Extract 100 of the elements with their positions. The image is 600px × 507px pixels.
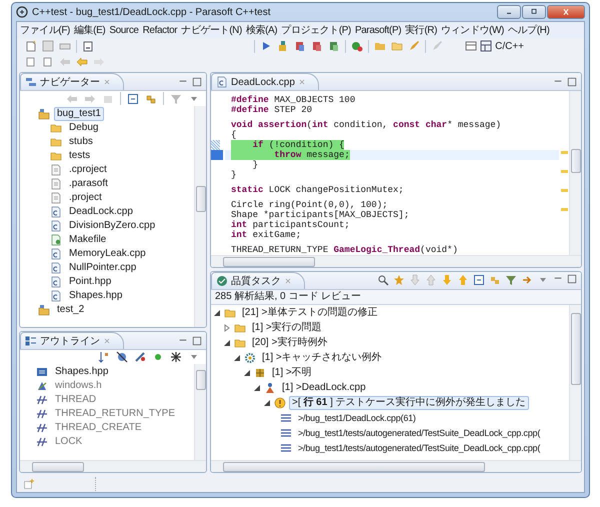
outline-item[interactable]: Shapes.hpp: [52, 365, 112, 379]
open-folder-icon[interactable]: [374, 40, 386, 52]
search-icon[interactable]: [377, 274, 389, 286]
expander-icon[interactable]: [223, 338, 231, 346]
outline-item[interactable]: windows.h: [52, 379, 105, 393]
task-item[interactable]: >/bug_test1/tests/autogenerated/TestSuite_DeadLock_cpp.cpp(: [295, 440, 544, 454]
sort-icon[interactable]: [98, 351, 110, 363]
circle-icon[interactable]: [152, 351, 164, 363]
close-icon[interactable]: [103, 337, 111, 345]
menu-item[interactable]: 実行(R): [403, 23, 440, 37]
close-button[interactable]: [547, 5, 585, 19]
task-item[interactable]: [20] >実行時例外: [249, 336, 330, 350]
filter-icon[interactable]: [505, 274, 517, 286]
link-icon[interactable]: [489, 274, 501, 286]
outline-tab[interactable]: アウトライン: [20, 332, 124, 349]
menu-item[interactable]: Source: [107, 24, 141, 36]
collapse-all-icon[interactable]: [473, 274, 485, 286]
collapse-all-icon[interactable]: [127, 92, 139, 104]
tree-item[interactable]: Point.hpp: [66, 275, 114, 289]
menu-item[interactable]: Refactor: [140, 24, 180, 36]
outline-item[interactable]: THREAD_CREATE: [52, 421, 144, 435]
menu-item[interactable]: 検索(A): [244, 23, 280, 37]
new-window-icon[interactable]: [23, 478, 35, 490]
vertical-scrollbar[interactable]: [194, 364, 206, 460]
tree-item[interactable]: .parasoft: [66, 177, 111, 191]
hide-static-icon[interactable]: [134, 351, 146, 363]
expander-icon[interactable]: [263, 398, 271, 406]
perspective-label[interactable]: C/C++: [495, 40, 524, 52]
navigator-tab[interactable]: ナビゲーター: [20, 73, 124, 90]
tree-item[interactable]: DivisionByZero.cpp: [66, 219, 158, 233]
task-item[interactable]: [1] >実行の問題: [249, 320, 325, 334]
expander-icon[interactable]: [253, 384, 261, 392]
tree-item[interactable]: NullPointer.cpp: [66, 261, 140, 275]
report-icon[interactable]: [82, 40, 94, 52]
horizontal-scrollbar[interactable]: [211, 460, 581, 472]
tree-item[interactable]: DeadLock.cpp: [66, 205, 136, 219]
test-icon[interactable]: [277, 40, 289, 52]
maximize-icon[interactable]: [192, 77, 202, 87]
expander-icon[interactable]: [243, 368, 251, 376]
asterisk-icon[interactable]: [170, 351, 182, 363]
close-icon[interactable]: [298, 78, 306, 86]
task-item[interactable]: >/bug_test1/tests/autogenerated/TestSuite_DeadLock_cpp.cpp(: [295, 426, 544, 440]
document-icon[interactable]: [294, 40, 306, 52]
task-item[interactable]: [1] >不明: [269, 366, 315, 380]
editor-tab[interactable]: DeadLock.cpp: [211, 73, 319, 90]
tree-item[interactable]: bug_test1: [54, 107, 104, 121]
down-arrow-icon[interactable]: [409, 274, 421, 286]
import-icon[interactable]: [521, 274, 533, 286]
star-icon[interactable]: [393, 274, 405, 286]
pencil-icon[interactable]: [408, 40, 420, 52]
expander-icon[interactable]: [213, 308, 221, 316]
forward-arrow-icon[interactable]: [84, 92, 96, 104]
document-icon[interactable]: [311, 40, 323, 52]
task-item[interactable]: >[ 行 61 ] テストケース実行中に例外が発生しました: [289, 396, 529, 410]
close-icon[interactable]: [103, 78, 111, 86]
horizontal-scrollbar[interactable]: [211, 255, 581, 267]
document-icon[interactable]: [328, 40, 340, 52]
tree-item[interactable]: test_2: [54, 303, 88, 317]
maximize-button[interactable]: [522, 5, 546, 19]
down-arrow-icon[interactable]: [441, 274, 453, 286]
annotation-marker[interactable]: [560, 151, 568, 154]
maximize-icon[interactable]: [567, 274, 577, 284]
outline-item[interactable]: THREAD: [52, 393, 100, 407]
menu-item[interactable]: ヘルプ(H): [506, 23, 552, 37]
debug-icon[interactable]: [351, 40, 363, 52]
task-item[interactable]: >/bug_test1/DeadLock.cpp(61): [295, 410, 419, 424]
back-arrow-icon[interactable]: [76, 56, 88, 68]
maximize-icon[interactable]: [192, 336, 202, 346]
link-icon[interactable]: [145, 92, 157, 104]
tree-item[interactable]: .cproject: [66, 163, 110, 177]
menu-item[interactable]: Parasoft(P): [352, 24, 404, 36]
task-item[interactable]: [1] >DeadLock.cpp: [279, 380, 369, 394]
tree-item[interactable]: MemoryLeak.cpp: [66, 247, 149, 261]
hide-fields-icon[interactable]: [116, 351, 128, 363]
back-arrow-icon[interactable]: [66, 92, 78, 104]
tree-item[interactable]: tests: [66, 149, 94, 163]
vertical-scrollbar[interactable]: [194, 106, 206, 327]
up-arrow-icon[interactable]: [425, 274, 437, 286]
horizontal-scrollbar[interactable]: [20, 460, 206, 472]
annotation-marker[interactable]: [560, 170, 568, 173]
menu-item[interactable]: ウィンドウ(W): [439, 23, 506, 37]
outline-item[interactable]: LOCK: [52, 435, 86, 449]
vertical-scrollbar[interactable]: [569, 305, 581, 460]
minimize-button[interactable]: [497, 5, 521, 19]
tree-item[interactable]: Makefile: [66, 233, 110, 247]
menu-item[interactable]: ナビゲート(N): [179, 23, 244, 37]
run-icon[interactable]: [260, 40, 272, 52]
expander-icon[interactable]: [233, 354, 241, 362]
tasks-tab[interactable]: 品質タスク: [211, 272, 305, 289]
maximize-icon[interactable]: [567, 77, 577, 87]
open-folder-icon[interactable]: [391, 40, 403, 52]
tree-item[interactable]: Debug: [66, 121, 102, 135]
tree-item[interactable]: Shapes.hpp: [66, 289, 126, 303]
annotation-marker[interactable]: [560, 208, 568, 211]
task-item[interactable]: [1] >キャッチされない例外: [259, 350, 385, 364]
tree-item[interactable]: stubs: [66, 135, 96, 149]
up-arrow-icon[interactable]: [457, 274, 469, 286]
annotation-marker[interactable]: [560, 189, 568, 192]
tree-item[interactable]: .project: [66, 191, 105, 205]
perspective-icon[interactable]: [480, 40, 492, 52]
